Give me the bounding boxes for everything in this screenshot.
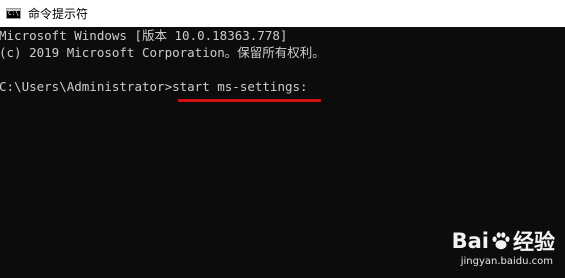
title-bar: C:\ 命令提示符 <box>0 0 565 27</box>
watermark-brand-left: Bai <box>451 229 489 253</box>
console-line-copyright: (c) 2019 Microsoft Corporation。保留所有权利。 <box>0 45 325 60</box>
baidu-jingyan-watermark: Bai 经验 jingyan.baidu.com <box>435 226 555 272</box>
command-prompt-icon: C:\ <box>6 8 21 19</box>
icon-label: C:\ <box>8 10 19 17</box>
paw-icon <box>492 232 510 250</box>
console-line-prompt: C:\Users\Administrator>start ms-settings… <box>0 79 308 94</box>
console-output[interactable]: Microsoft Windows [版本 10.0.18363.778] (c… <box>0 27 565 95</box>
command-highlight-underline <box>178 99 321 102</box>
watermark-logo: Bai 经验 <box>452 226 555 256</box>
watermark-brand-right: 经验 <box>513 230 555 254</box>
watermark-url: jingyan.baidu.com <box>460 256 553 267</box>
window-title: 命令提示符 <box>28 7 89 21</box>
console-line-version: Microsoft Windows [版本 10.0.18363.778] <box>0 28 288 43</box>
